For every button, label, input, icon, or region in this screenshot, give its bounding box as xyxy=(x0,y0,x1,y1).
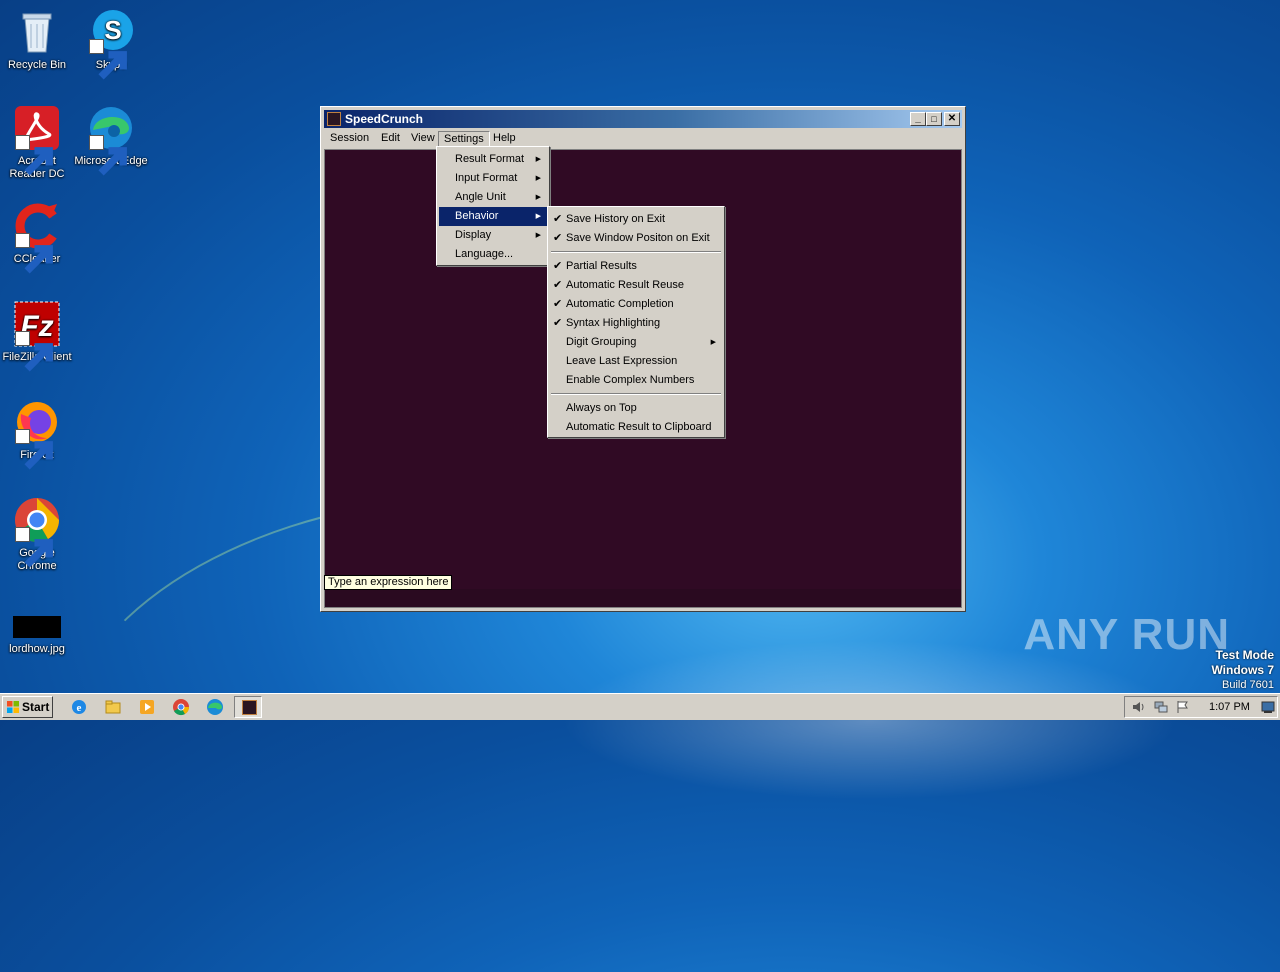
settings-menu: Result Format ▶ Input Format ▶ Angle Unit ▶… xyxy=(436,146,550,266)
behavior-submenu: ✔ Save History on Exit ✔ Save Window Posit… xyxy=(547,206,725,438)
desktop-icon-label: Recycle Bin xyxy=(7,59,67,71)
desktop-icon-recycle-bin[interactable]: Recycle Bin xyxy=(0,8,74,72)
check-icon: ✔ xyxy=(553,298,563,310)
menu-item-automatic-completion[interactable]: ✔ Automatic Completion xyxy=(550,295,722,314)
network-icon[interactable] xyxy=(1153,700,1169,714)
menu-item-enable-complex-numbers[interactable]: Enable Complex Numbers xyxy=(550,371,722,390)
desktop-icon-skype[interactable]: S Skype xyxy=(74,8,148,80)
chrome-icon xyxy=(13,496,61,568)
desktop-icon-firefox[interactable]: Firefox xyxy=(0,398,74,470)
submenu-arrow-icon: ▶ xyxy=(535,213,541,220)
menu-item-input-format[interactable]: Input Format ▶ xyxy=(439,169,547,188)
menu-item-save-history[interactable]: ✔ Save History on Exit xyxy=(550,210,722,229)
submenu-arrow-icon: ▶ xyxy=(535,232,541,239)
ccleaner-icon xyxy=(13,202,61,274)
explorer-icon[interactable] xyxy=(104,698,122,716)
menu-item-save-window-position[interactable]: ✔ Save Window Positon on Exit xyxy=(550,229,722,248)
speedcrunch-icon xyxy=(327,112,341,126)
submenu-arrow-icon: ▶ xyxy=(535,175,541,182)
shortcut-arrow-icon xyxy=(15,331,53,372)
menu-item-digit-grouping[interactable]: Digit Grouping ▶ xyxy=(550,333,722,352)
check-icon: ✔ xyxy=(553,317,563,329)
menu-item-angle-unit[interactable]: Angle Unit ▶ xyxy=(439,188,547,207)
show-desktop-icon[interactable] xyxy=(1261,701,1275,713)
edge-icon xyxy=(87,104,135,176)
shortcut-arrow-icon xyxy=(89,135,127,176)
system-tray: 1:07 PM xyxy=(1124,696,1278,718)
submenu-arrow-icon: ▶ xyxy=(535,194,541,201)
menu-separator xyxy=(551,251,721,253)
clock[interactable]: 1:07 PM xyxy=(1209,697,1250,717)
svg-text:e: e xyxy=(77,702,82,714)
expression-input[interactable] xyxy=(325,589,961,607)
shortcut-arrow-icon xyxy=(89,39,127,80)
menu-item-syntax-highlighting[interactable]: ✔ Syntax Highlighting xyxy=(550,314,722,333)
start-button[interactable]: Start xyxy=(2,696,53,718)
menu-session[interactable]: Session xyxy=(325,130,374,147)
menu-item-leave-last-expression[interactable]: Leave Last Expression xyxy=(550,352,722,371)
menu-item-always-on-top[interactable]: Always on Top xyxy=(550,399,722,418)
taskbar: Start e 1:07 PM xyxy=(0,693,1280,720)
menu-separator xyxy=(551,393,721,395)
menu-item-display[interactable]: Display ▶ xyxy=(439,226,547,245)
acrobat-icon xyxy=(13,104,61,176)
speedcrunch-icon xyxy=(242,700,257,715)
test-mode-notice: Test Mode Windows 7 Build 7601 xyxy=(1211,648,1274,691)
chrome-icon[interactable] xyxy=(172,698,190,716)
submenu-arrow-icon: ▶ xyxy=(710,339,716,346)
desktop-icon-ccleaner[interactable]: CCleaner xyxy=(0,202,74,274)
maximize-button[interactable]: □ xyxy=(926,112,942,126)
menu-edit[interactable]: Edit xyxy=(376,130,405,147)
ie-icon[interactable]: e xyxy=(70,698,88,716)
shortcut-arrow-icon xyxy=(15,135,53,176)
action-center-flag-icon[interactable] xyxy=(1175,700,1191,714)
shortcut-arrow-icon xyxy=(15,233,53,274)
speaker-icon[interactable] xyxy=(1131,700,1147,714)
check-icon: ✔ xyxy=(553,232,563,244)
shortcut-arrow-icon xyxy=(15,429,53,470)
menu-item-result-format[interactable]: Result Format ▶ xyxy=(439,150,547,169)
desktop-icon-filezilla[interactable]: Fz FileZilla Client xyxy=(0,300,74,372)
speedcrunch-taskbar-button[interactable] xyxy=(234,696,262,718)
close-button[interactable]: ✕ xyxy=(944,112,960,126)
check-icon: ✔ xyxy=(553,260,563,272)
menu-item-automatic-result-reuse[interactable]: ✔ Automatic Result Reuse xyxy=(550,276,722,295)
desktop-icon-chrome[interactable]: Google Chrome xyxy=(0,496,74,573)
menu-help[interactable]: Help xyxy=(488,130,521,147)
windows-flag-icon xyxy=(7,701,19,713)
desktop-icon-edge[interactable]: Microsoft Edge xyxy=(74,104,148,176)
check-icon: ✔ xyxy=(553,279,563,291)
shortcut-arrow-icon xyxy=(15,527,53,568)
submenu-arrow-icon: ▶ xyxy=(535,156,541,163)
desktop-icon-lordhow[interactable]: lordhow.jpg xyxy=(0,612,74,656)
menu-bar: Session Edit View Settings Help xyxy=(324,129,962,148)
menu-view[interactable]: View xyxy=(406,130,440,147)
recycle-bin-icon xyxy=(13,8,61,56)
menu-item-behavior[interactable]: Behavior ▶ xyxy=(439,207,547,226)
edge-icon[interactable] xyxy=(206,698,224,716)
desktop-icon-acrobat[interactable]: Acrobat Reader DC xyxy=(0,104,74,181)
minimize-button[interactable]: _ xyxy=(910,112,926,126)
window-title: SpeedCrunch xyxy=(345,112,424,126)
menu-item-language[interactable]: Language... xyxy=(439,245,547,264)
media-player-icon[interactable] xyxy=(138,698,156,716)
filezilla-icon: Fz xyxy=(13,300,61,372)
anyrun-watermark: ANY RUN xyxy=(1023,610,1230,659)
desktop-icon-label: lordhow.jpg xyxy=(9,643,65,655)
firefox-icon xyxy=(13,398,61,470)
image-file-icon xyxy=(13,612,61,640)
check-icon: ✔ xyxy=(553,213,563,225)
input-tooltip: Type an expression here xyxy=(324,575,453,590)
skype-icon: S xyxy=(87,8,135,80)
title-bar[interactable]: SpeedCrunch _ □ ✕ xyxy=(324,110,962,128)
menu-item-automatic-result-to-clipboard[interactable]: Automatic Result to Clipboard xyxy=(550,418,722,437)
menu-item-partial-results[interactable]: ✔ Partial Results xyxy=(550,257,722,276)
